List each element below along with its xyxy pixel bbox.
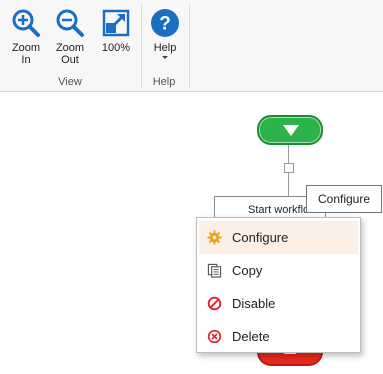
actual-size-button[interactable]: 100% <box>96 8 136 54</box>
actual-size-label: 100% <box>101 42 131 54</box>
menu-item-disable[interactable]: Disable <box>199 287 358 320</box>
menu-item-copy[interactable]: Copy <box>199 254 358 287</box>
delete-icon <box>207 329 222 344</box>
help-button[interactable]: ? Help <box>145 8 185 59</box>
zoom-out-button[interactable]: Zoom Out <box>50 8 90 66</box>
workflow-start-node[interactable] <box>257 115 323 145</box>
chevron-down-icon <box>162 56 168 59</box>
zoom-out-icon <box>56 9 84 37</box>
zoom-in-button[interactable]: Zoom In <box>6 8 46 66</box>
copy-icon <box>207 263 222 278</box>
ribbon-toolbar: Zoom In Zoom Out 100% View ? Help Help <box>0 0 383 92</box>
menu-item-label: Configure <box>232 230 289 245</box>
configure-tooltip: Configure <box>306 185 382 213</box>
menu-item-label: Delete <box>232 329 270 344</box>
menu-item-delete[interactable]: Delete <box>199 320 358 353</box>
zoom-out-label-line2: Out <box>61 54 79 66</box>
help-icon: ? <box>151 9 179 37</box>
play-down-arrow-icon <box>283 125 299 136</box>
help-group-label: Help <box>152 76 176 88</box>
zoom-in-label-line2: In <box>21 54 31 66</box>
zoom-out-label-line1: Zoom <box>55 42 85 54</box>
gear-icon <box>207 230 222 245</box>
view-group-label: View <box>58 76 82 88</box>
context-menu: Configure Copy Disable Delete <box>196 217 361 353</box>
svg-text:?: ? <box>159 14 171 35</box>
menu-item-label: Disable <box>232 296 276 311</box>
connector-handle[interactable] <box>284 163 294 173</box>
menu-item-configure[interactable]: Configure <box>199 221 358 254</box>
menu-item-label: Copy <box>232 263 263 278</box>
actual-size-icon <box>102 9 130 37</box>
disable-icon <box>207 296 222 311</box>
zoom-in-label-line1: Zoom <box>11 42 41 54</box>
help-label: Help <box>153 42 177 54</box>
group-divider <box>189 4 190 88</box>
zoom-in-icon <box>12 9 40 37</box>
